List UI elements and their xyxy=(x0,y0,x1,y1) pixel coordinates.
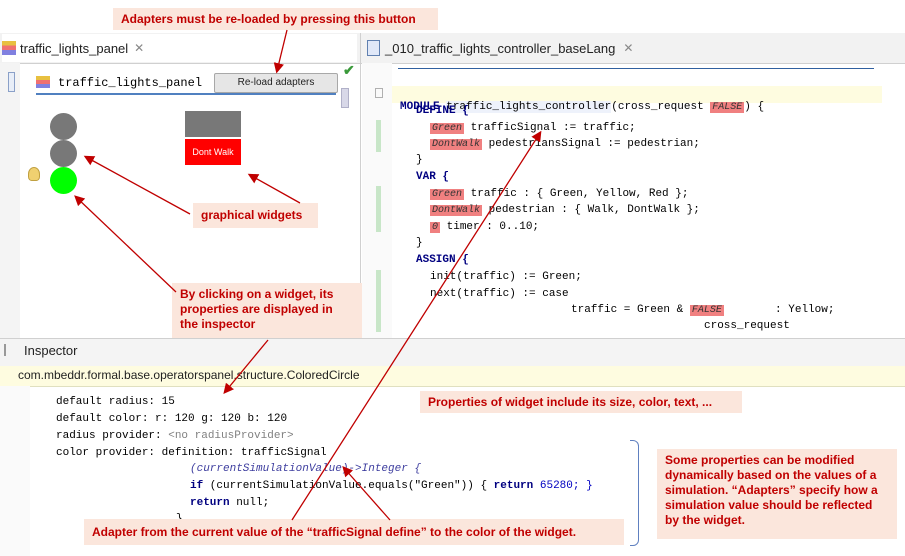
arrow-graphical-1 xyxy=(83,155,191,215)
arrow-adapter-1 xyxy=(291,130,542,521)
arrow-adapter-2 xyxy=(342,466,391,521)
arrow-clicking xyxy=(74,195,177,293)
annotation-arrows xyxy=(74,29,542,521)
arrow-graphical-2 xyxy=(247,173,301,204)
arrow-reload xyxy=(273,29,288,74)
arrow-inspector xyxy=(223,339,269,395)
